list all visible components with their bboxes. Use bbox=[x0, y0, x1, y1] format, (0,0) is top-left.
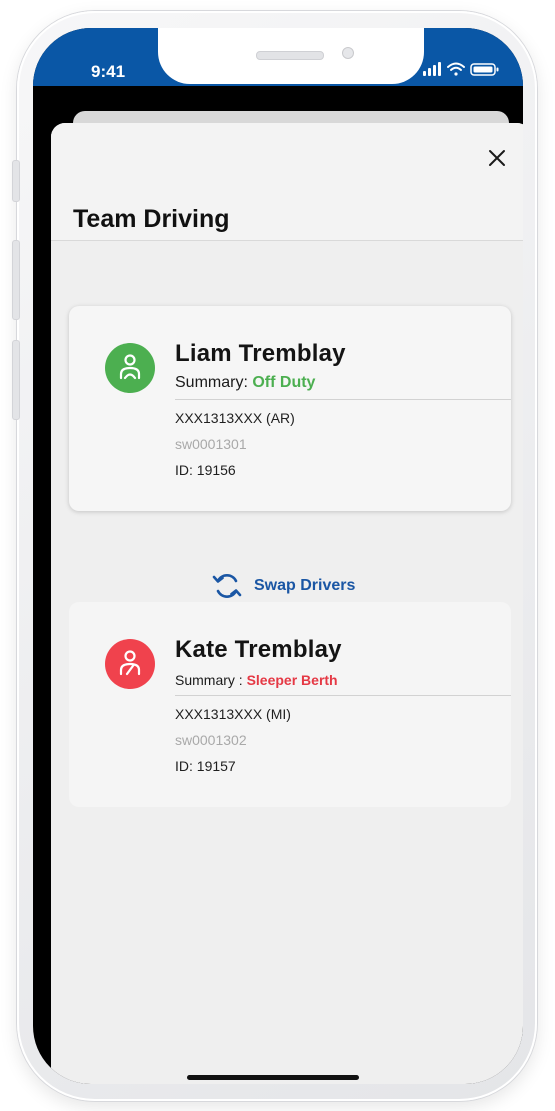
swap-icon bbox=[212, 574, 242, 598]
sleeper-driver-icon bbox=[119, 650, 141, 676]
front-camera bbox=[342, 47, 354, 59]
close-icon bbox=[489, 150, 505, 166]
summary-label: Summary : bbox=[175, 672, 247, 688]
speaker-grille bbox=[256, 51, 324, 60]
driver-card-inactive[interactable]: Kate Tremblay Summary : Sleeper Berth XX… bbox=[69, 602, 511, 807]
driver-username: sw0001302 bbox=[175, 732, 247, 748]
phone-screen: 9:41 Team Driving Liam Tremblay Summary:… bbox=[33, 28, 523, 1084]
wifi-icon bbox=[447, 62, 465, 76]
page-title: Team Driving bbox=[73, 205, 230, 233]
close-button[interactable] bbox=[483, 144, 511, 172]
status-icons bbox=[423, 62, 499, 76]
driver-summary: Summary : Sleeper Berth bbox=[175, 672, 338, 688]
summary-label: Summary: bbox=[175, 374, 253, 391]
driver-icon bbox=[119, 354, 141, 380]
vehicle-plate: XXX1313XXX (AR) bbox=[175, 410, 295, 426]
volume-down-button bbox=[12, 340, 20, 420]
driver-id: ID: 19156 bbox=[175, 462, 236, 478]
cellular-signal-icon bbox=[423, 62, 441, 76]
vehicle-plate: XXX1313XXX (MI) bbox=[175, 706, 291, 722]
swap-drivers-button[interactable]: Swap Drivers bbox=[212, 570, 355, 602]
driver-username: sw0001301 bbox=[175, 436, 247, 452]
duty-status: Off Duty bbox=[252, 374, 316, 391]
swap-drivers-label: Swap Drivers bbox=[254, 577, 356, 594]
driver-name: Liam Tremblay bbox=[175, 340, 346, 367]
duty-status: Sleeper Berth bbox=[246, 672, 338, 688]
volume-up-button bbox=[12, 240, 20, 320]
driver-avatar bbox=[105, 639, 155, 689]
mute-switch bbox=[12, 160, 20, 202]
card-divider bbox=[175, 695, 511, 696]
sheet-header: Team Driving bbox=[51, 123, 523, 241]
driver-summary: Summary: Off Duty bbox=[175, 374, 315, 392]
battery-icon bbox=[470, 63, 499, 76]
driver-avatar bbox=[105, 343, 155, 393]
home-indicator[interactable] bbox=[187, 1075, 359, 1080]
driver-card-active[interactable]: Liam Tremblay Summary: Off Duty XXX1313X… bbox=[69, 306, 511, 511]
team-driving-sheet: Team Driving Liam Tremblay Summary: Off … bbox=[51, 123, 523, 1084]
driver-id: ID: 19157 bbox=[175, 758, 236, 774]
driver-name: Kate Tremblay bbox=[175, 636, 342, 663]
card-divider bbox=[175, 399, 511, 400]
status-time: 9:41 bbox=[91, 62, 126, 81]
